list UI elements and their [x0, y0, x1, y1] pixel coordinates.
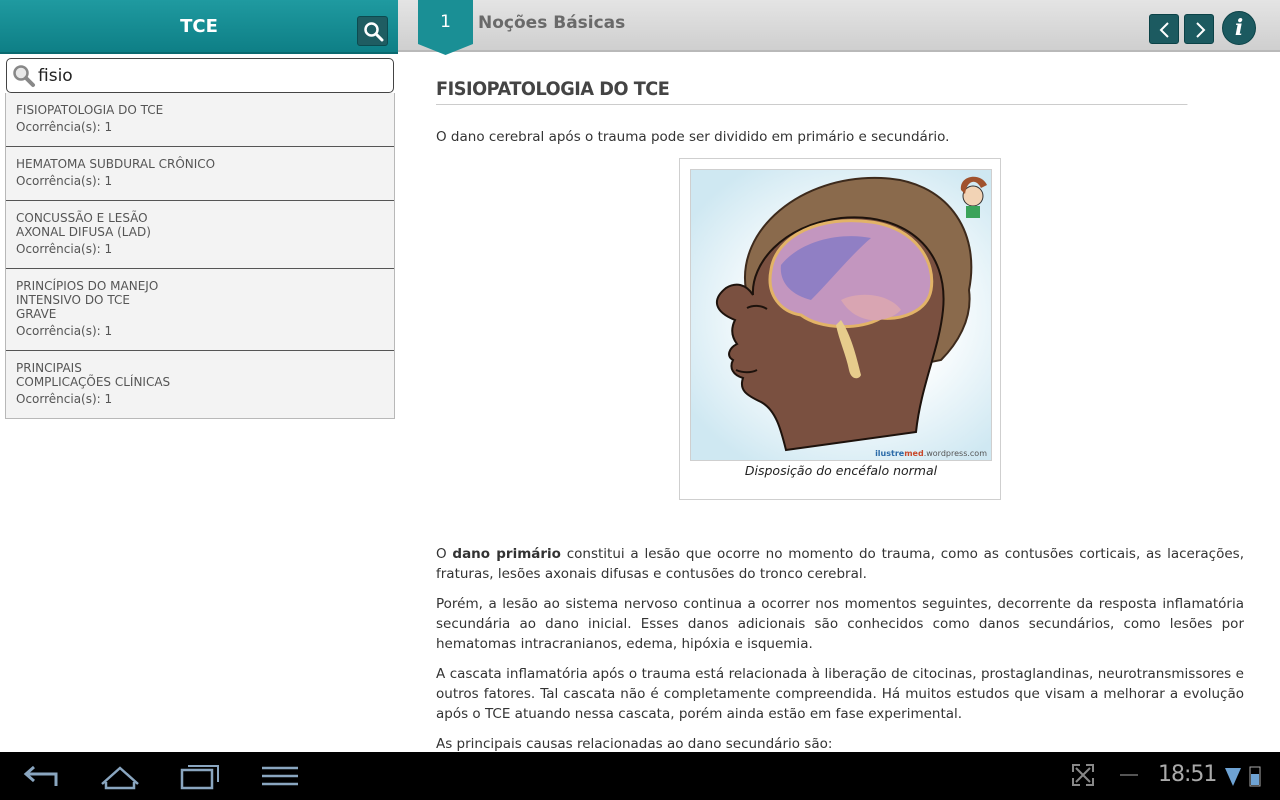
system-clock: 18:51 — [1158, 762, 1217, 787]
article-intro: O dano cerebral após o trauma pode ser d… — [436, 129, 950, 145]
search-input[interactable] — [38, 63, 388, 89]
chevron-right-icon — [1196, 22, 1206, 38]
paragraph-main-causes: As principais causas relacionadas ao dan… — [436, 736, 833, 752]
search-results-list: FISIOPATOLOGIA DO TCE Ocorrência(s): 1 H… — [5, 93, 395, 419]
back-icon[interactable] — [18, 762, 62, 790]
fullscreen-icon[interactable] — [1070, 762, 1096, 788]
result-count: Ocorrência(s): 1 — [16, 120, 113, 134]
brain-illustration: ilustremed.wordpress.com — [690, 169, 992, 461]
result-count: Ocorrência(s): 1 — [16, 324, 113, 338]
notification-icon — [1120, 774, 1138, 776]
paragraph-secondary-damage: Porém, a lesão ao sistema nervoso contin… — [436, 596, 1244, 652]
figure-caption: Disposição do encéfalo normal — [744, 463, 938, 478]
chapter-number: 1 — [440, 12, 451, 32]
recent-apps-icon[interactable] — [178, 762, 222, 790]
result-title: PRINCIPAIS COMPLICAÇÕES CLÍNICAS — [16, 361, 171, 389]
chapter-title: Noções Básicas — [478, 13, 626, 33]
search-result-item[interactable]: PRINCÍPIOS DO MANEJO INTENSIVO DO TCE GR… — [6, 269, 394, 351]
menu-icon[interactable] — [258, 762, 302, 790]
sidebar-title: TCE — [180, 16, 218, 37]
watermark: ilustremed.wordpress.com — [875, 449, 987, 458]
search-result-item[interactable]: FISIOPATOLOGIA DO TCE Ocorrência(s): 1 — [6, 93, 394, 147]
home-icon[interactable] — [98, 762, 142, 790]
search-button[interactable] — [357, 16, 388, 46]
article-content: FISIOPATOLOGIA DO TCE O dano cerebral ap… — [436, 56, 1244, 752]
magnifier-icon — [13, 65, 35, 87]
figure: ilustremed.wordpress.com Disposição do e… — [679, 158, 1001, 500]
paragraph-inflammatory-cascade: A cascata inflamatória após o trauma est… — [436, 666, 1244, 722]
search-result-item[interactable]: HEMATOMA SUBDURAL CRÔNICO Ocorrência(s):… — [6, 147, 394, 201]
info-icon: i — [1234, 15, 1244, 41]
paragraph-primary-damage: O dano primário constitui a lesão que oc… — [436, 546, 1244, 582]
result-count: Ocorrência(s): 1 — [16, 392, 113, 406]
battery-icon — [1249, 766, 1261, 787]
result-count: Ocorrência(s): 1 — [16, 242, 113, 256]
chevron-left-icon — [1159, 22, 1169, 38]
search-icon — [364, 22, 384, 42]
article-title: FISIOPATOLOGIA DO TCE — [436, 78, 1188, 105]
search-field[interactable] — [6, 58, 394, 93]
next-button[interactable] — [1184, 14, 1214, 44]
search-result-item[interactable]: CONCUSSÃO E LESÃO AXONAL DIFUSA (LAD) Oc… — [6, 201, 394, 269]
search-result-item[interactable]: PRINCIPAIS COMPLICAÇÕES CLÍNICAS Ocorrên… — [6, 351, 394, 418]
result-count: Ocorrência(s): 1 — [16, 174, 113, 188]
result-title: FISIOPATOLOGIA DO TCE — [16, 103, 164, 117]
result-title: HEMATOMA SUBDURAL CRÔNICO — [16, 157, 216, 171]
wifi-icon — [1225, 768, 1241, 786]
result-title: CONCUSSÃO E LESÃO AXONAL DIFUSA (LAD) — [16, 211, 151, 239]
system-navigation-bar — [0, 752, 1280, 800]
previous-button[interactable] — [1149, 14, 1179, 44]
result-title: PRINCÍPIOS DO MANEJO INTENSIVO DO TCE GR… — [16, 279, 159, 321]
info-button[interactable]: i — [1222, 11, 1256, 45]
